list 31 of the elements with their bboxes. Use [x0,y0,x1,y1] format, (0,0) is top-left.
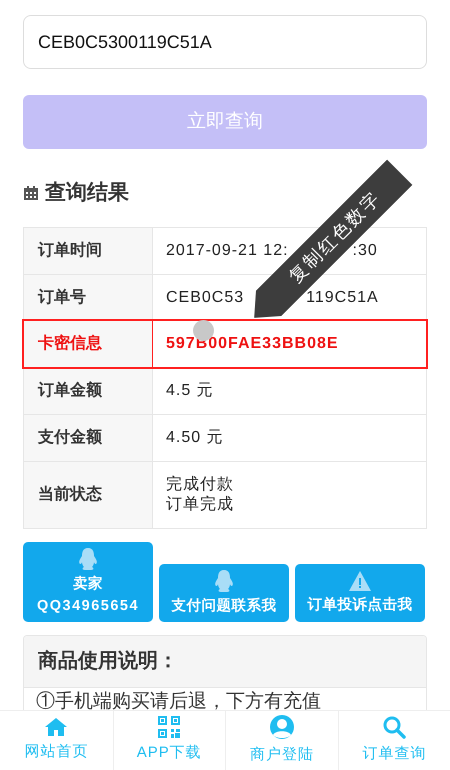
section-title: 查询结果 [45,180,129,206]
nav-item[interactable]: 网站首页 [0,711,112,770]
contact-button[interactable]: 卖家 QQ34965654 [23,542,153,622]
contact-button[interactable]: 支付问题联系我 [159,564,289,622]
nav-item[interactable]: 商户登陆 [225,711,338,770]
nav-item[interactable]: APP下载 [112,711,225,770]
contact-button[interactable]: 订单投诉点击我 [295,564,425,622]
status-line: 订单完成 [166,494,235,514]
row-value: :30 [352,240,378,260]
status-line: 完成付款 [166,474,235,494]
home-icon [44,717,68,738]
instruction-text: ①手机端购买请后退，下方有充值 [36,690,321,712]
row-value: 4.50 元 [166,428,224,448]
row-label: 当前状态 [38,484,102,504]
row-value: 4.5 元 [166,380,214,400]
row-label: 卡密信息 [38,333,102,354]
qr-code-icon [158,716,180,738]
calendar-icon [23,184,39,201]
row-label: 订单时间 [38,240,102,260]
user-icon [268,714,295,740]
card-title: 商品使用说明： [38,648,178,674]
row-label: 支付金额 [38,427,102,448]
penguin-icon [213,568,235,592]
penguin-icon [77,546,99,570]
warning-icon [348,570,372,592]
search-icon [382,715,406,740]
nav-item[interactable]: 订单查询 [338,711,450,770]
row-value: 119C51A [306,288,379,308]
row-label: 订单号 [38,288,86,308]
row-label: 订单金额 [38,380,102,400]
row-value: 597B00FAE33BB08E [166,334,339,354]
